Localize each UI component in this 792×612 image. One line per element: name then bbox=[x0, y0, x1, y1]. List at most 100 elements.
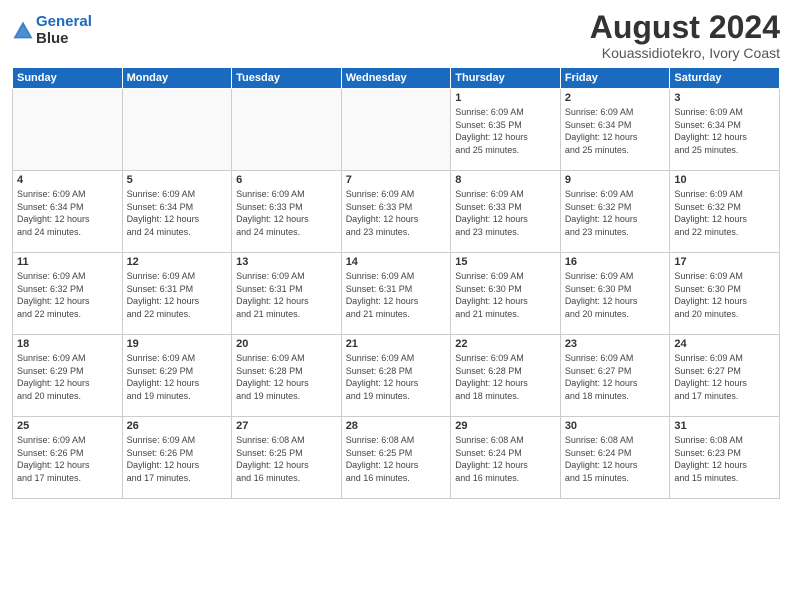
calendar-table: SundayMondayTuesdayWednesdayThursdayFrid… bbox=[12, 67, 780, 499]
calendar-cell: 19 Sunrise: 6:09 AM Sunset: 6:29 PM Dayli… bbox=[122, 335, 232, 417]
day-info: Sunrise: 6:09 AM Sunset: 6:28 PM Dayligh… bbox=[236, 352, 337, 402]
day-number: 23 bbox=[565, 338, 666, 350]
day-info: Sunrise: 6:09 AM Sunset: 6:33 PM Dayligh… bbox=[455, 188, 556, 238]
calendar-cell: 8 Sunrise: 6:09 AM Sunset: 6:33 PM Daylig… bbox=[451, 171, 561, 253]
subtitle: Kouassidiotekro, Ivory Coast bbox=[590, 45, 780, 61]
calendar-cell: 13 Sunrise: 6:09 AM Sunset: 6:31 PM Dayli… bbox=[232, 253, 342, 335]
calendar-cell bbox=[13, 89, 123, 171]
calendar-cell: 23 Sunrise: 6:09 AM Sunset: 6:27 PM Dayli… bbox=[560, 335, 670, 417]
day-info: Sunrise: 6:09 AM Sunset: 6:27 PM Dayligh… bbox=[674, 352, 775, 402]
day-info: Sunrise: 6:09 AM Sunset: 6:31 PM Dayligh… bbox=[236, 270, 337, 320]
day-number: 27 bbox=[236, 420, 337, 432]
day-number: 3 bbox=[674, 92, 775, 104]
weekday-header-friday: Friday bbox=[560, 68, 670, 89]
day-number: 1 bbox=[455, 92, 556, 104]
weekday-header-row: SundayMondayTuesdayWednesdayThursdayFrid… bbox=[13, 68, 780, 89]
calendar-cell: 25Sunrise: 6:09 AM Sunset: 6:26 PM Dayli… bbox=[13, 417, 123, 499]
day-number: 4 bbox=[17, 174, 118, 186]
day-number: 11 bbox=[17, 256, 118, 268]
day-number: 22 bbox=[455, 338, 556, 350]
day-number: 28 bbox=[346, 420, 447, 432]
day-info: Sunrise: 6:09 AM Sunset: 6:34 PM Dayligh… bbox=[17, 188, 118, 238]
day-number: 25 bbox=[17, 420, 118, 432]
day-info: Sunrise: 6:09 AM Sunset: 6:34 PM Dayligh… bbox=[674, 106, 775, 156]
weekday-header-sunday: Sunday bbox=[13, 68, 123, 89]
day-number: 14 bbox=[346, 256, 447, 268]
calendar-cell: 26Sunrise: 6:09 AM Sunset: 6:26 PM Dayli… bbox=[122, 417, 232, 499]
calendar-cell: 28 Sunrise: 6:08 AM Sunset: 6:25 PM Dayli… bbox=[341, 417, 451, 499]
week-row-4: 18Sunrise: 6:09 AM Sunset: 6:29 PM Dayli… bbox=[13, 335, 780, 417]
day-info: Sunrise: 6:09 AM Sunset: 6:30 PM Dayligh… bbox=[674, 270, 775, 320]
day-info: Sunrise: 6:09 AM Sunset: 6:29 PM Dayligh… bbox=[17, 352, 118, 402]
weekday-header-monday: Monday bbox=[122, 68, 232, 89]
week-row-2: 4 Sunrise: 6:09 AM Sunset: 6:34 PM Daylig… bbox=[13, 171, 780, 253]
day-number: 7 bbox=[346, 174, 447, 186]
calendar-cell: 27 Sunrise: 6:08 AM Sunset: 6:25 PM Dayli… bbox=[232, 417, 342, 499]
calendar-cell bbox=[341, 89, 451, 171]
calendar-cell: 2 Sunrise: 6:09 AM Sunset: 6:34 PM Daylig… bbox=[560, 89, 670, 171]
day-number: 24 bbox=[674, 338, 775, 350]
day-number: 8 bbox=[455, 174, 556, 186]
logo-icon bbox=[12, 20, 34, 42]
calendar-cell: 17 Sunrise: 6:09 AM Sunset: 6:30 PM Dayli… bbox=[670, 253, 780, 335]
day-info: Sunrise: 6:09 AM Sunset: 6:33 PM Dayligh… bbox=[346, 188, 447, 238]
day-number: 19 bbox=[127, 338, 228, 350]
day-info: Sunrise: 6:09 AM Sunset: 6:28 PM Dayligh… bbox=[455, 352, 556, 402]
day-number: 29 bbox=[455, 420, 556, 432]
weekday-header-wednesday: Wednesday bbox=[341, 68, 451, 89]
week-row-1: 1 Sunrise: 6:09 AM Sunset: 6:35 PM Daylig… bbox=[13, 89, 780, 171]
day-info: Sunrise: 6:08 AM Sunset: 6:25 PM Dayligh… bbox=[236, 434, 337, 484]
main-title: August 2024 bbox=[590, 10, 780, 45]
day-number: 9 bbox=[565, 174, 666, 186]
day-number: 20 bbox=[236, 338, 337, 350]
day-info: Sunrise: 6:09 AM Sunset: 6:30 PM Dayligh… bbox=[455, 270, 556, 320]
calendar-cell: 29Sunrise: 6:08 AM Sunset: 6:24 PM Dayli… bbox=[451, 417, 561, 499]
calendar-cell: 30 Sunrise: 6:08 AM Sunset: 6:24 PM Dayli… bbox=[560, 417, 670, 499]
logo: General Blue bbox=[12, 14, 92, 47]
calendar-cell: 15 Sunrise: 6:09 AM Sunset: 6:30 PM Dayli… bbox=[451, 253, 561, 335]
day-number: 13 bbox=[236, 256, 337, 268]
day-number: 5 bbox=[127, 174, 228, 186]
day-number: 16 bbox=[565, 256, 666, 268]
day-info: Sunrise: 6:09 AM Sunset: 6:32 PM Dayligh… bbox=[17, 270, 118, 320]
day-info: Sunrise: 6:09 AM Sunset: 6:27 PM Dayligh… bbox=[565, 352, 666, 402]
logo-line2: Blue bbox=[36, 30, 69, 47]
calendar-cell: 22 Sunrise: 6:09 AM Sunset: 6:28 PM Dayli… bbox=[451, 335, 561, 417]
week-row-5: 25Sunrise: 6:09 AM Sunset: 6:26 PM Dayli… bbox=[13, 417, 780, 499]
day-info: Sunrise: 6:09 AM Sunset: 6:31 PM Dayligh… bbox=[346, 270, 447, 320]
calendar-cell: 31Sunrise: 6:08 AM Sunset: 6:23 PM Dayli… bbox=[670, 417, 780, 499]
calendar-cell: 20 Sunrise: 6:09 AM Sunset: 6:28 PM Dayli… bbox=[232, 335, 342, 417]
calendar-cell: 6Sunrise: 6:09 AM Sunset: 6:33 PM Daylig… bbox=[232, 171, 342, 253]
day-info: Sunrise: 6:09 AM Sunset: 6:30 PM Dayligh… bbox=[565, 270, 666, 320]
calendar-cell: 16 Sunrise: 6:09 AM Sunset: 6:30 PM Dayli… bbox=[560, 253, 670, 335]
weekday-header-thursday: Thursday bbox=[451, 68, 561, 89]
day-number: 2 bbox=[565, 92, 666, 104]
calendar-cell: 11 Sunrise: 6:09 AM Sunset: 6:32 PM Dayli… bbox=[13, 253, 123, 335]
day-info: Sunrise: 6:09 AM Sunset: 6:33 PM Dayligh… bbox=[236, 188, 337, 238]
day-info: Sunrise: 6:08 AM Sunset: 6:25 PM Dayligh… bbox=[346, 434, 447, 484]
day-info: Sunrise: 6:09 AM Sunset: 6:35 PM Dayligh… bbox=[455, 106, 556, 156]
logo-line1: General bbox=[36, 13, 92, 30]
calendar-cell: 24 Sunrise: 6:09 AM Sunset: 6:27 PM Dayli… bbox=[670, 335, 780, 417]
week-row-3: 11 Sunrise: 6:09 AM Sunset: 6:32 PM Dayli… bbox=[13, 253, 780, 335]
header: General Blue August 2024 Kouassidiotekro… bbox=[12, 10, 780, 61]
calendar-cell bbox=[122, 89, 232, 171]
day-number: 15 bbox=[455, 256, 556, 268]
calendar-cell: 14 Sunrise: 6:09 AM Sunset: 6:31 PM Dayli… bbox=[341, 253, 451, 335]
day-number: 12 bbox=[127, 256, 228, 268]
day-info: Sunrise: 6:09 AM Sunset: 6:29 PM Dayligh… bbox=[127, 352, 228, 402]
day-number: 26 bbox=[127, 420, 228, 432]
day-info: Sunrise: 6:09 AM Sunset: 6:34 PM Dayligh… bbox=[565, 106, 666, 156]
calendar-cell: 7 Sunrise: 6:09 AM Sunset: 6:33 PM Daylig… bbox=[341, 171, 451, 253]
calendar-cell: 1 Sunrise: 6:09 AM Sunset: 6:35 PM Daylig… bbox=[451, 89, 561, 171]
calendar-cell: 21Sunrise: 6:09 AM Sunset: 6:28 PM Dayli… bbox=[341, 335, 451, 417]
page-container: General Blue August 2024 Kouassidiotekro… bbox=[0, 0, 792, 612]
calendar-cell: 5Sunrise: 6:09 AM Sunset: 6:34 PM Daylig… bbox=[122, 171, 232, 253]
day-info: Sunrise: 6:09 AM Sunset: 6:32 PM Dayligh… bbox=[674, 188, 775, 238]
day-number: 30 bbox=[565, 420, 666, 432]
calendar-cell bbox=[232, 89, 342, 171]
weekday-header-tuesday: Tuesday bbox=[232, 68, 342, 89]
day-info: Sunrise: 6:09 AM Sunset: 6:28 PM Dayligh… bbox=[346, 352, 447, 402]
day-number: 17 bbox=[674, 256, 775, 268]
day-info: Sunrise: 6:08 AM Sunset: 6:24 PM Dayligh… bbox=[565, 434, 666, 484]
